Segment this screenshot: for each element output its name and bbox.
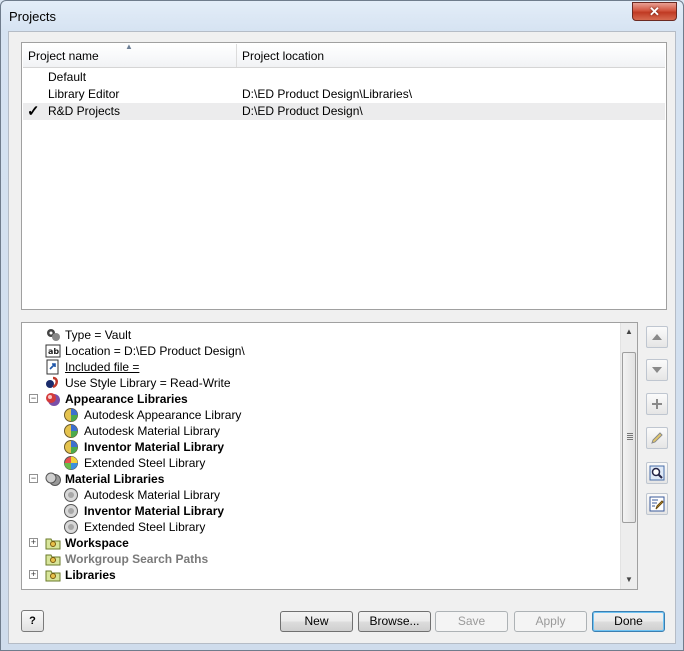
collapse-icon[interactable]: − — [29, 394, 38, 403]
active-project-check-icon: ✓ — [27, 103, 40, 120]
tree-item-label: Workspace — [65, 536, 129, 550]
scroll-down-arrow-icon[interactable]: ▼ — [621, 571, 637, 588]
move-down-icon — [652, 367, 662, 373]
folder-icon — [45, 538, 61, 550]
tree-item-label: Autodesk Material Library — [84, 424, 221, 438]
tree-item-label: Appearance Libraries — [65, 392, 188, 406]
add-icon — [652, 399, 662, 409]
column-label: Project location — [242, 49, 325, 63]
add-button[interactable] — [646, 393, 668, 415]
scroll-up-arrow-icon[interactable]: ▲ — [621, 323, 637, 340]
tree-item-label: Workgroup Search Paths — [65, 552, 209, 566]
tree-item-label: Inventor Material Library — [84, 440, 225, 454]
find-button[interactable] — [646, 462, 668, 484]
tree-item-label: Autodesk Appearance Library — [84, 408, 242, 422]
tree-item-label: Location = D:\ED Product Design\ — [65, 344, 245, 358]
column-header-project-name[interactable]: Project name ▲ — [23, 42, 237, 67]
close-icon: ✕ — [649, 4, 660, 19]
material-libraries-icon — [45, 472, 61, 486]
title-bar: Projects ✕ — [1, 1, 683, 31]
appearance-libraries-icon — [46, 393, 60, 406]
project-location: D:\ED Product Design\Libraries\ — [242, 87, 413, 101]
project-name: R&D Projects — [48, 104, 121, 118]
done-button[interactable]: Done — [592, 611, 665, 632]
tree-item-label: Included file = — [65, 360, 140, 374]
edit-settings-button[interactable] — [646, 493, 668, 515]
expand-icon[interactable]: + — [29, 570, 38, 579]
tree-item-label: Inventor Material Library — [84, 504, 225, 518]
window-title: Projects — [9, 9, 56, 24]
tree-item-label: Material Libraries — [65, 472, 165, 486]
dialog-body: Project name ▲ Project location Default … — [8, 31, 676, 644]
vault-type-icon — [47, 329, 60, 341]
edit-icon — [651, 432, 663, 444]
close-button[interactable]: ✕ — [632, 2, 677, 21]
material-library-icon — [64, 504, 78, 518]
projects-dialog: Projects ✕ Project name ▲ Project locati… — [0, 0, 684, 651]
appearance-library-icon — [64, 440, 78, 454]
project-settings-tree[interactable]: Type = Vault ab Location = D:\ED Product… — [21, 322, 638, 590]
tree-item-label: Use Style Library = Read-Write — [65, 376, 231, 390]
sort-ascending-icon: ▲ — [125, 42, 133, 51]
project-location: D:\ED Product Design\ — [242, 104, 363, 118]
scrollbar-thumb[interactable] — [622, 352, 636, 523]
project-row[interactable]: Library Editor D:\ED Product Design\Libr… — [23, 86, 665, 103]
tree-scrollbar[interactable]: ▲ ▼ — [620, 323, 637, 589]
edit-button[interactable] — [646, 427, 668, 449]
move-down-button[interactable] — [646, 359, 668, 381]
folder-icon — [45, 570, 61, 582]
find-icon — [649, 465, 665, 481]
tree-item-label: Autodesk Material Library — [84, 488, 221, 502]
included-file-icon — [46, 359, 59, 375]
new-button[interactable]: New — [280, 611, 353, 632]
tree-item-label: Libraries — [65, 568, 116, 582]
material-library-icon — [64, 520, 78, 534]
svg-text:ab: ab — [48, 347, 59, 356]
project-list[interactable]: Project name ▲ Project location Default … — [21, 42, 667, 310]
edit-settings-icon — [649, 496, 665, 512]
tree-item-label: Extended Steel Library — [84, 520, 206, 534]
collapse-icon[interactable]: − — [29, 474, 38, 483]
tree-item-label: Type = Vault — [65, 328, 132, 342]
apply-button[interactable]: Apply — [514, 611, 587, 632]
project-name: Default — [48, 70, 87, 84]
move-up-icon — [652, 334, 662, 340]
help-icon: ? — [29, 615, 36, 627]
appearance-library-color-icon — [64, 456, 78, 470]
column-label: Project name — [28, 49, 99, 63]
project-row[interactable]: Default — [23, 69, 665, 86]
appearance-library-icon — [64, 424, 78, 438]
appearance-library-icon — [64, 408, 78, 422]
expand-icon[interactable]: + — [29, 538, 38, 547]
material-library-icon — [64, 488, 78, 502]
project-list-header: Project name ▲ Project location — [23, 42, 665, 68]
browse-button[interactable]: Browse... — [358, 611, 431, 632]
style-library-icon — [46, 376, 58, 389]
column-header-project-location[interactable]: Project location — [237, 44, 665, 67]
save-button[interactable]: Save — [435, 611, 508, 632]
project-name: Library Editor — [48, 87, 120, 101]
project-row-active[interactable]: ✓ R&D Projects D:\ED Product Design\ — [23, 103, 665, 120]
move-up-button[interactable] — [646, 326, 668, 348]
tree-item-label: Extended Steel Library — [84, 456, 206, 470]
text-field-icon: ab — [45, 344, 61, 358]
help-button[interactable]: ? — [21, 610, 44, 632]
folder-icon — [45, 554, 61, 566]
